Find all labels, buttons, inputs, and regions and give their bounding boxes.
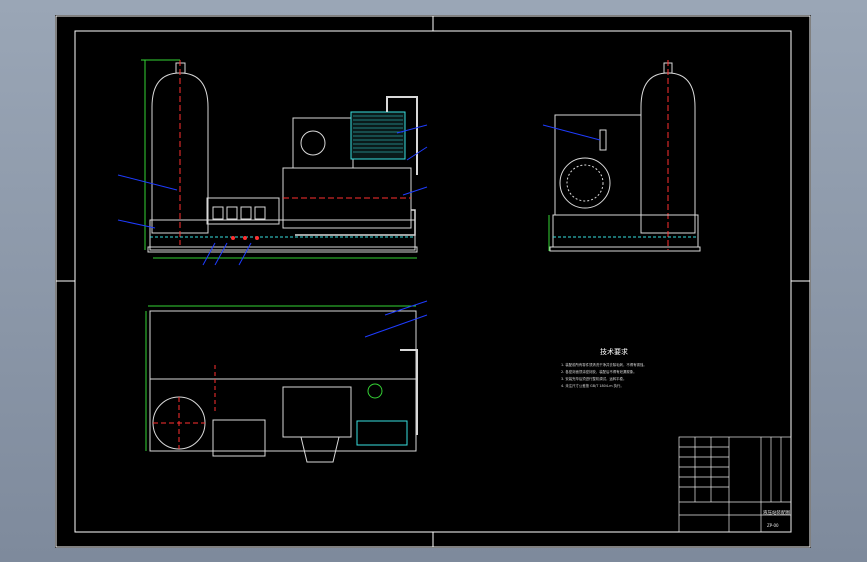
suction-pipe	[295, 209, 416, 236]
side-view	[542, 60, 701, 252]
valve-2	[226, 206, 238, 220]
top-cooler	[356, 420, 408, 446]
side-base	[549, 246, 701, 252]
tech-req-line-2: 2. 各密封面须涂密封胶，装配后不得有泄漏现象。	[561, 369, 637, 374]
top-filter	[367, 383, 383, 399]
top-motor-foot	[300, 436, 340, 463]
valve-4	[254, 206, 266, 220]
leader-11	[364, 314, 428, 338]
tech-req-line-4: 4. 未注尺寸公差按 GB/T 1804-m 执行。	[561, 383, 624, 388]
gauge-port-1	[231, 236, 235, 240]
tech-req-line-3: 3. 安装完毕后须进行整机调试，运转平稳。	[561, 376, 626, 381]
tech-req-title: 技术要求	[600, 347, 628, 356]
assembly-drawing: 技术要求 1. 装配前所有零件须清洗干净并去除毛刺，不得有锈蚀。 2. 各密封面…	[55, 15, 811, 548]
leader-1	[117, 174, 178, 191]
title-block-name: 液压站装配图	[763, 509, 790, 516]
leader-5	[402, 186, 428, 196]
leader-7	[214, 242, 228, 266]
sight-glass	[599, 129, 607, 151]
leader-10	[384, 300, 428, 316]
cad-viewport: 技术要求 1. 装配前所有零件须清洗干净并去除毛刺，不得有锈蚀。 2. 各密封面…	[0, 0, 867, 562]
valve-1	[212, 206, 224, 220]
leader-2	[117, 219, 156, 229]
top-view	[145, 300, 428, 463]
leader-9	[542, 124, 601, 141]
title-block-code: ZP-00	[767, 523, 779, 528]
drawing-sheet: 技术要求 1. 装配前所有零件须清洗干净并去除毛刺，不得有锈蚀。 2. 各密封面…	[55, 15, 811, 548]
gauge-port-2	[243, 236, 247, 240]
gauge-port-3	[255, 236, 259, 240]
title-block	[678, 436, 792, 533]
front-view	[117, 59, 428, 266]
tech-req-line-1: 1. 装配前所有零件须清洗干净并去除毛刺，不得有锈蚀。	[561, 362, 647, 367]
motor-fan	[300, 130, 326, 156]
leader-6	[202, 242, 216, 266]
motor-housing	[292, 117, 354, 169]
leader-8	[238, 242, 252, 266]
side-reservoir	[552, 214, 699, 248]
tech-requirements: 技术要求 1. 装配前所有零件须清洗干净并去除毛刺，不得有锈蚀。 2. 各密封面…	[561, 347, 647, 388]
top-motor	[282, 386, 352, 438]
top-pipe	[400, 349, 418, 435]
valve-3	[240, 206, 252, 220]
side-motor-inner	[566, 164, 604, 202]
